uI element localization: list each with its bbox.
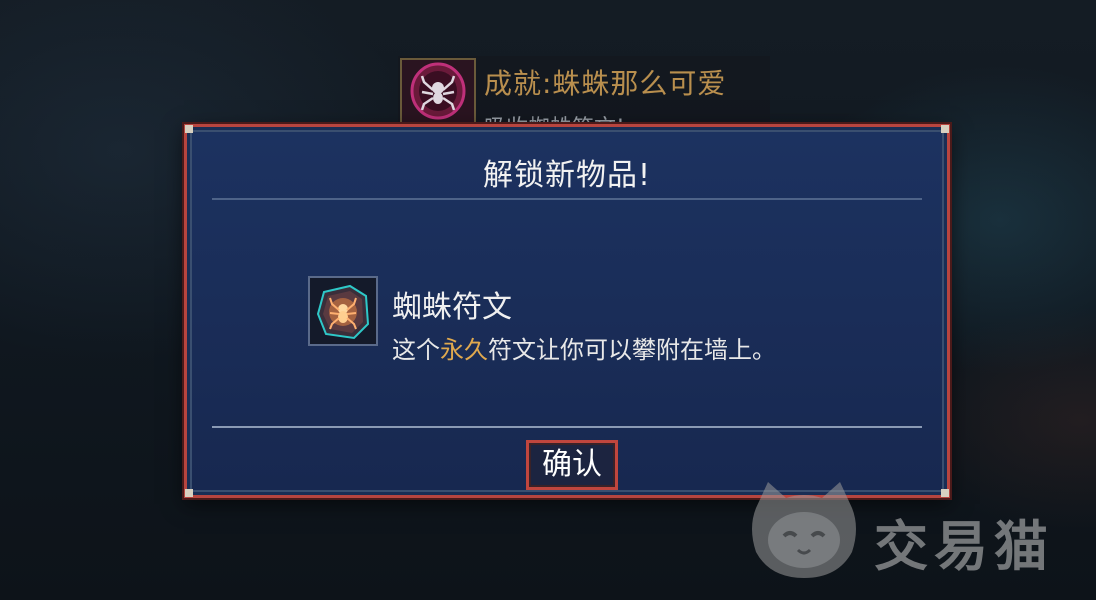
desc-text-post: 符文让你可以攀附在墙上。 (488, 336, 776, 364)
corner-ornament (185, 125, 193, 133)
footer-divider (212, 426, 922, 428)
unlock-dialog: 解锁新物品! 蜘蛛符文 这个永久符文让你可以攀附在墙上。 确认 (184, 124, 950, 498)
confirm-button[interactable]: 确认 (526, 440, 618, 490)
cat-logo-icon (746, 478, 862, 586)
item-name: 蜘蛛符文 (392, 290, 512, 325)
title-divider (212, 198, 922, 200)
desc-highlight: 永久 (440, 336, 488, 364)
achievement-toast: 成就:蛛蛛那么可爱 吸收蜘蛛符文! (398, 56, 770, 141)
spider-icon (400, 58, 476, 124)
dialog-panel: 解锁新物品! 蜘蛛符文 这个永久符文让你可以攀附在墙上。 确认 (190, 130, 944, 492)
game-scene: 成就:蛛蛛那么可爱 吸收蜘蛛符文! 解锁新物品! (0, 0, 1096, 600)
achievement-title: 成就:蛛蛛那么可爱 (484, 67, 727, 100)
corner-ornament (185, 489, 193, 497)
watermark: 交易猫 (746, 478, 1086, 588)
spider-rune-icon (308, 276, 378, 346)
corner-ornament (941, 125, 949, 133)
item-description: 这个永久符文让你可以攀附在墙上。 (392, 330, 776, 365)
desc-text-pre: 这个 (392, 336, 440, 364)
dialog-title: 解锁新物品! (482, 158, 652, 193)
watermark-text: 交易猫 (874, 515, 1054, 578)
